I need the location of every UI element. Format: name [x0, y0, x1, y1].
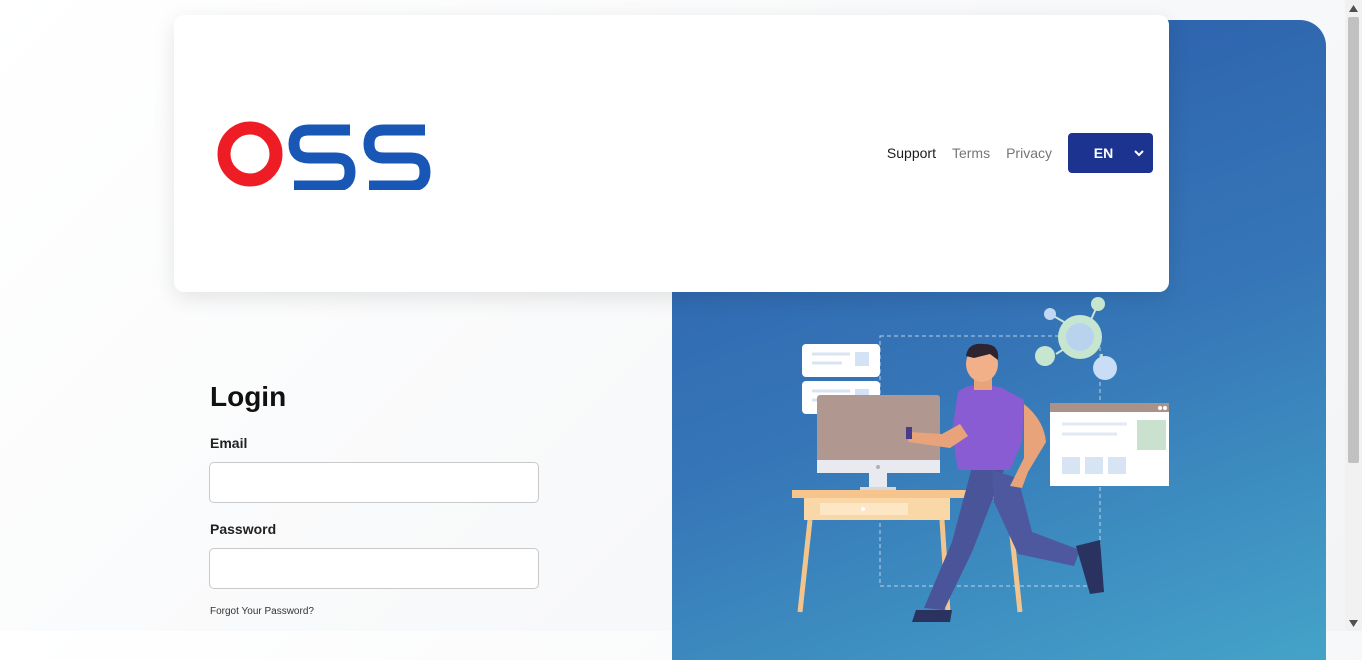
email-field[interactable]	[209, 462, 539, 503]
privacy-link[interactable]: Privacy	[1006, 145, 1052, 161]
password-field[interactable]	[209, 548, 539, 589]
login-title: Login	[210, 381, 287, 412]
email-label: Email	[210, 435, 248, 451]
language-value: EN	[1093, 145, 1114, 161]
scrollbar-thumb[interactable]	[1348, 17, 1359, 463]
browser-window-icon	[1050, 403, 1169, 486]
terms-link[interactable]: Terms	[952, 145, 990, 161]
support-link[interactable]: Support	[887, 145, 936, 161]
chevron-down-icon	[1134, 150, 1144, 157]
scroll-down-arrow-icon[interactable]	[1349, 620, 1358, 627]
hero-illustration	[792, 297, 1169, 622]
password-label: Password	[210, 521, 277, 537]
network-nodes-icon	[1035, 297, 1117, 380]
scroll-up-arrow-icon[interactable]	[1349, 5, 1358, 12]
oss-logo	[217, 121, 431, 190]
forgot-password-link[interactable]: Forgot Your Password?	[210, 606, 314, 617]
top-nav: Support Terms Privacy EN	[887, 133, 1153, 173]
vertical-scrollbar[interactable]	[1345, 0, 1362, 631]
language-select[interactable]: EN	[1068, 133, 1153, 173]
